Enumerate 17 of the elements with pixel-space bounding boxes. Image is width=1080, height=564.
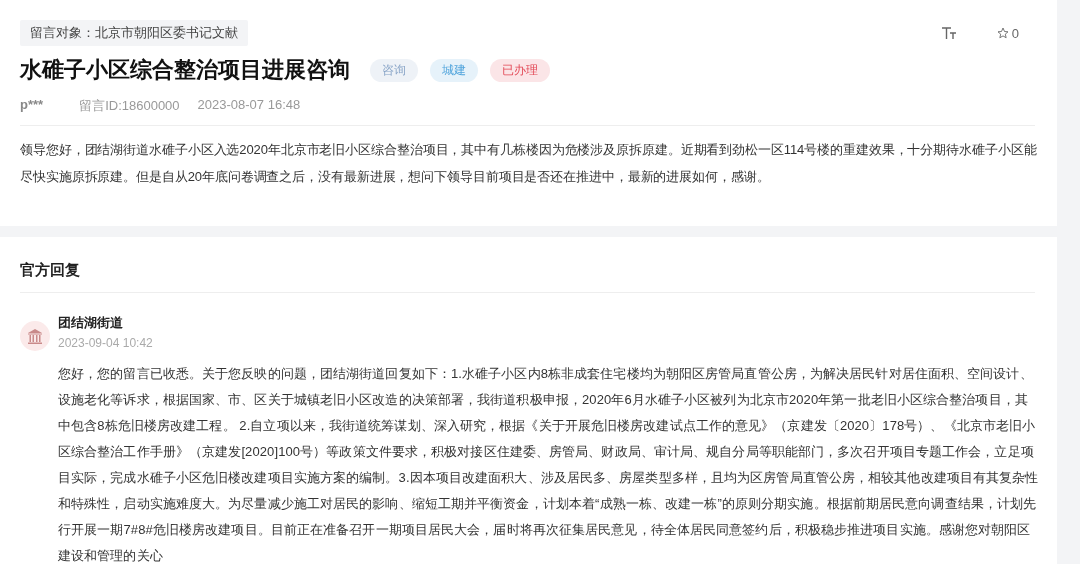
post-time: 2023-08-07 16:48 xyxy=(197,97,301,114)
replier-name: 团结湖街道 xyxy=(58,314,124,332)
tag: 已办理 xyxy=(490,58,550,82)
target-label: 留言对象：北京市朝阳区委书记文献 xyxy=(20,20,248,46)
star-icon xyxy=(996,27,1009,39)
question-text: 领导您好，团结湖街道水碓子小区入选2020年北京市老旧小区综合整治项目，其中有几栋楼因为危楼涉及原拆原建。近期看到劲松一区114号楼的重建效果，十分期待水碓子小区能尽快实施原拆原建。但是自从20年底问卷调查之后，没有最新进展，想问下领导目前项目是否还在推进中，最新的进展如何，感谢。 xyxy=(20,141,1038,186)
government-building-icon xyxy=(20,321,50,351)
reply-text: 您好，您的留言已收悉。关于您反映的问题，团结湖街道回复如下：1.水碓子小区内8栋非成套住宅楼均为朝阳区房管局直管公房，为解决居民针对居住面积、空间设计、设施老化等诉求，根据国家、市、区关于城镇老旧小区改造的决策部署，我街道积极申报，2020年6月水碓子小区被列为北京市2020年第一批老旧小区综合整治项目，其中包含8栋危旧楼房改建工程。 2.自立项以来，我街道统筹谋划、深入研究，根据《关于开展危旧楼房改建试点工作的意见》（京建发〔2020〕178号）、《北京市老旧小区综合整治工作手册》（京建发[2020]100号）等政策文件要求，积极对接区住建委、房管局、财政局、审计局、规自分局等职能部门，多次召开项目专题工作会，立足项目实际，完成水碓子小区危旧楼改建项目实施方案的编制。3.因本项目改建面积大、涉及居民多、房屋类型多样，且均为区房管局直管公房，相较其他改建项目有其复杂性和特殊性，启动实施难度大。为尽量减少施工对居民的影响、缩短工期并平衡资金，计划本着“成熟一栋、改建一栋”的原则分期实施。根据前期居民意向调查结果，计划先行开展一期7#8#危旧楼房改建项目。目前正在准备召开一期项目居民大会，届时将再次征集居民意见，待全体居民同意签约后，积极稳步推进项目实施。感谢您对朝阳区建设和管理的关心 xyxy=(58,365,1039,564)
star-button[interactable]: 0 xyxy=(996,25,1019,41)
message-id: 留言ID:18600000 xyxy=(79,97,180,115)
tag: 咨询 xyxy=(370,58,418,82)
author-name: p*** xyxy=(20,97,44,114)
reply-time: 2023-09-04 10:42 xyxy=(58,336,153,350)
font-size-icon[interactable] xyxy=(940,26,957,40)
page-title: 水碓子小区综合整治项目进展咨询 xyxy=(20,56,350,84)
section-heading: 官方回复 xyxy=(20,261,81,280)
tag: 城建 xyxy=(430,58,478,82)
